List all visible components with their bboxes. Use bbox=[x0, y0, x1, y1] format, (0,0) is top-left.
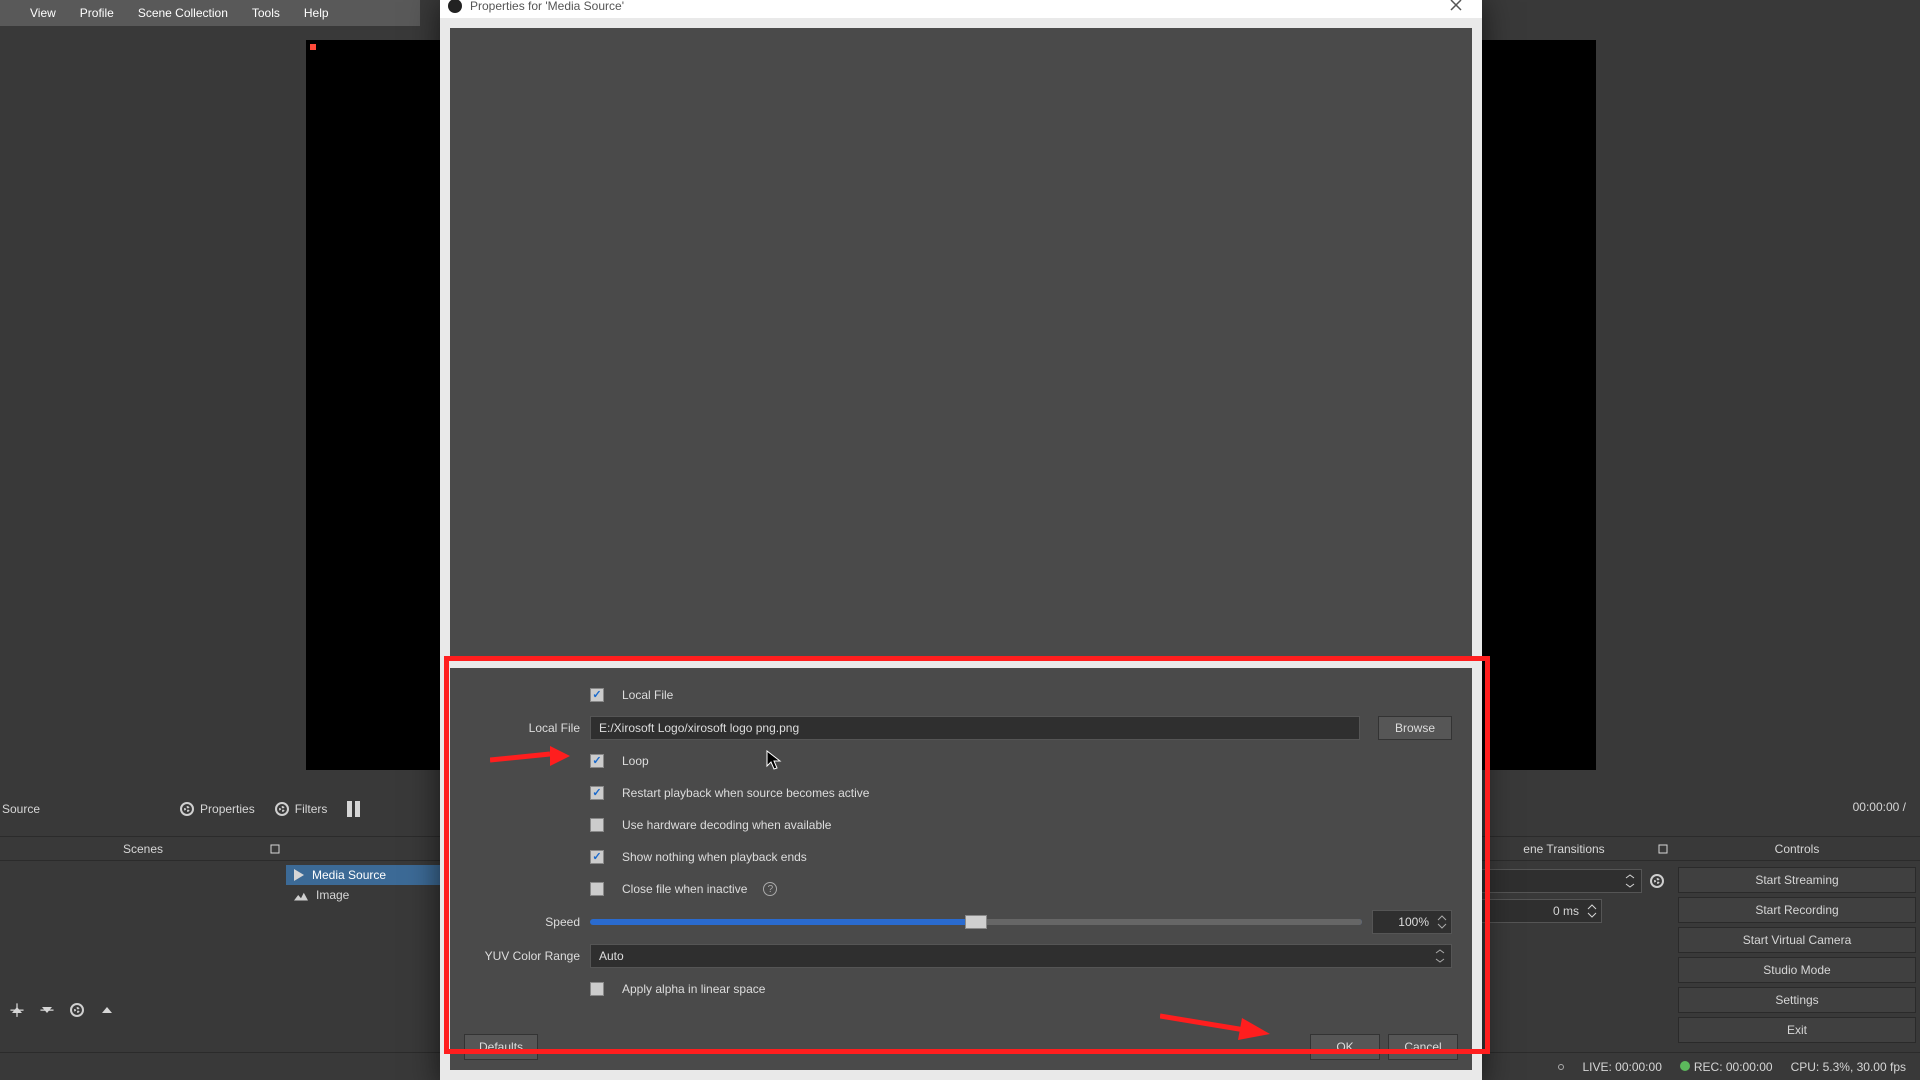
transition-duration-value: 0 ms bbox=[1553, 904, 1579, 918]
gear-icon bbox=[180, 802, 194, 816]
speed-value: 100% bbox=[1398, 915, 1429, 929]
image-source-icon bbox=[294, 890, 308, 901]
show-nothing-label: Show nothing when playback ends bbox=[622, 850, 807, 864]
yuv-label: YUV Color Range bbox=[470, 949, 580, 963]
transitions-popout-icon[interactable] bbox=[1658, 844, 1668, 854]
apply-alpha-label: Apply alpha in linear space bbox=[622, 982, 765, 996]
start-streaming-button[interactable]: Start Streaming bbox=[1678, 867, 1916, 893]
dialog-buttons: Defaults OK Cancel bbox=[450, 1024, 1472, 1070]
defaults-button[interactable]: Defaults bbox=[464, 1034, 538, 1060]
scenes-panel: Scenes bbox=[0, 836, 286, 1060]
local-file-checkbox[interactable] bbox=[590, 688, 604, 702]
filters-label: Filters bbox=[295, 802, 328, 816]
close-button[interactable] bbox=[1436, 0, 1476, 16]
properties-dialog: Properties for 'Media Source' Local File… bbox=[440, 0, 1482, 1080]
filters-icon bbox=[275, 802, 289, 816]
local-file-checkbox-label: Local File bbox=[622, 688, 673, 702]
close-file-label: Close file when inactive bbox=[622, 882, 747, 896]
menu-scene-collection[interactable]: Scene Collection bbox=[126, 0, 240, 26]
media-source-icon bbox=[294, 869, 304, 881]
cancel-button[interactable]: Cancel bbox=[1388, 1034, 1458, 1060]
speed-slider[interactable] bbox=[590, 919, 1362, 925]
menu-bar: View Profile Scene Collection Tools Help bbox=[0, 0, 420, 26]
add-source-icon[interactable]: ＋ bbox=[8, 1001, 26, 1019]
menu-help[interactable]: Help bbox=[292, 0, 341, 26]
ok-button[interactable]: OK bbox=[1310, 1034, 1380, 1060]
restart-playback-checkbox[interactable] bbox=[590, 786, 604, 800]
hardware-decoding-label: Use hardware decoding when available bbox=[622, 818, 831, 832]
transitions-header: ene Transitions bbox=[1523, 842, 1604, 856]
close-icon bbox=[1450, 0, 1462, 11]
transitions-panel: ene Transitions 0 ms bbox=[1454, 836, 1674, 1060]
browse-button[interactable]: Browse bbox=[1378, 716, 1452, 740]
show-nothing-checkbox[interactable] bbox=[590, 850, 604, 864]
transition-settings-icon[interactable] bbox=[1648, 872, 1666, 890]
status-cpu: CPU: 5.3%, 30.00 fps bbox=[1791, 1060, 1906, 1074]
stream-signal-icon bbox=[1558, 1064, 1564, 1070]
start-virtual-camera-button[interactable]: Start Virtual Camera bbox=[1678, 927, 1916, 953]
hardware-decoding-checkbox[interactable] bbox=[590, 818, 604, 832]
obs-icon bbox=[448, 0, 462, 13]
pause-icon bbox=[347, 801, 360, 817]
source-label: Source bbox=[0, 802, 170, 816]
filters-button[interactable]: Filters bbox=[265, 798, 338, 820]
yuv-value: Auto bbox=[599, 949, 624, 963]
recording-indicator-icon bbox=[1680, 1061, 1690, 1071]
controls-panel: Controls Start Streaming Start Recording… bbox=[1674, 836, 1920, 1060]
start-recording-button[interactable]: Start Recording bbox=[1678, 897, 1916, 923]
spinner-icon[interactable] bbox=[1587, 904, 1597, 918]
properties-button[interactable]: Properties bbox=[170, 798, 265, 820]
local-file-value: E:/Xirosoft Logo/xirosoft logo png.png bbox=[599, 721, 799, 735]
menu-view[interactable]: View bbox=[18, 0, 68, 26]
restart-playback-label: Restart playback when source becomes act… bbox=[622, 786, 869, 800]
speed-label: Speed bbox=[470, 915, 580, 929]
help-icon[interactable]: ? bbox=[763, 882, 777, 896]
dialog-preview bbox=[450, 28, 1472, 658]
transition-select[interactable] bbox=[1462, 869, 1642, 893]
slider-thumb[interactable] bbox=[965, 915, 987, 929]
menu-profile[interactable]: Profile bbox=[68, 0, 126, 26]
chevron-down-icon bbox=[1625, 874, 1635, 888]
scenes-popout-icon[interactable] bbox=[270, 844, 280, 854]
apply-alpha-checkbox[interactable] bbox=[590, 982, 604, 996]
controls-header: Controls bbox=[1775, 842, 1820, 856]
remove-source-icon[interactable]: － bbox=[38, 1001, 56, 1019]
local-file-label: Local File bbox=[470, 721, 580, 735]
properties-label: Properties bbox=[200, 802, 255, 816]
spinner-icon[interactable] bbox=[1437, 915, 1447, 929]
yuv-color-range-select[interactable]: Auto bbox=[590, 944, 1452, 968]
speed-value-input[interactable]: 100% bbox=[1372, 910, 1452, 934]
status-rec: REC: 00:00:00 bbox=[1694, 1060, 1773, 1074]
status-live: LIVE: 00:00:00 bbox=[1582, 1060, 1661, 1074]
loop-label: Loop bbox=[622, 754, 649, 768]
local-file-input[interactable]: E:/Xirosoft Logo/xirosoft logo png.png bbox=[590, 716, 1360, 740]
chevron-down-icon bbox=[1435, 949, 1445, 963]
close-file-checkbox[interactable] bbox=[590, 882, 604, 896]
dialog-titlebar[interactable]: Properties for 'Media Source' bbox=[440, 0, 1482, 18]
dialog-form: Local File Local File E:/Xirosoft Logo/x… bbox=[450, 668, 1472, 1024]
menu-tools[interactable]: Tools bbox=[240, 0, 292, 26]
loop-checkbox[interactable] bbox=[590, 754, 604, 768]
source-toolbar: Source Properties Filters bbox=[0, 794, 440, 824]
source-image-label: Image bbox=[316, 888, 349, 902]
selection-handle[interactable] bbox=[310, 44, 316, 50]
transition-duration-input[interactable]: 0 ms bbox=[1462, 899, 1602, 923]
dialog-title: Properties for 'Media Source' bbox=[470, 0, 624, 13]
source-move-up-icon[interactable] bbox=[98, 1001, 116, 1019]
studio-mode-button[interactable]: Studio Mode bbox=[1678, 957, 1916, 983]
source-properties-icon[interactable] bbox=[68, 1001, 86, 1019]
scenes-header: Scenes bbox=[123, 842, 163, 856]
preview-timecode: 00:00:00 / bbox=[1853, 800, 1906, 814]
source-media-label: Media Source bbox=[312, 868, 386, 882]
pause-button[interactable] bbox=[337, 797, 370, 821]
